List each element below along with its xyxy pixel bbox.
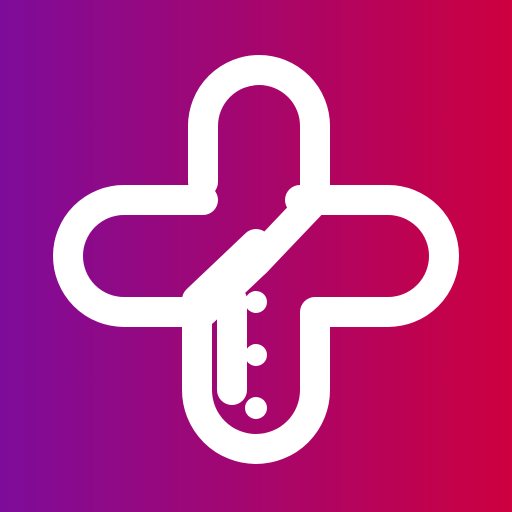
app-icon bbox=[0, 0, 512, 512]
medical-cross-logo-icon bbox=[0, 0, 512, 512]
strap-dot-2 bbox=[245, 344, 267, 366]
strap-dot-1 bbox=[245, 291, 267, 313]
strap-dot-3 bbox=[245, 397, 267, 419]
